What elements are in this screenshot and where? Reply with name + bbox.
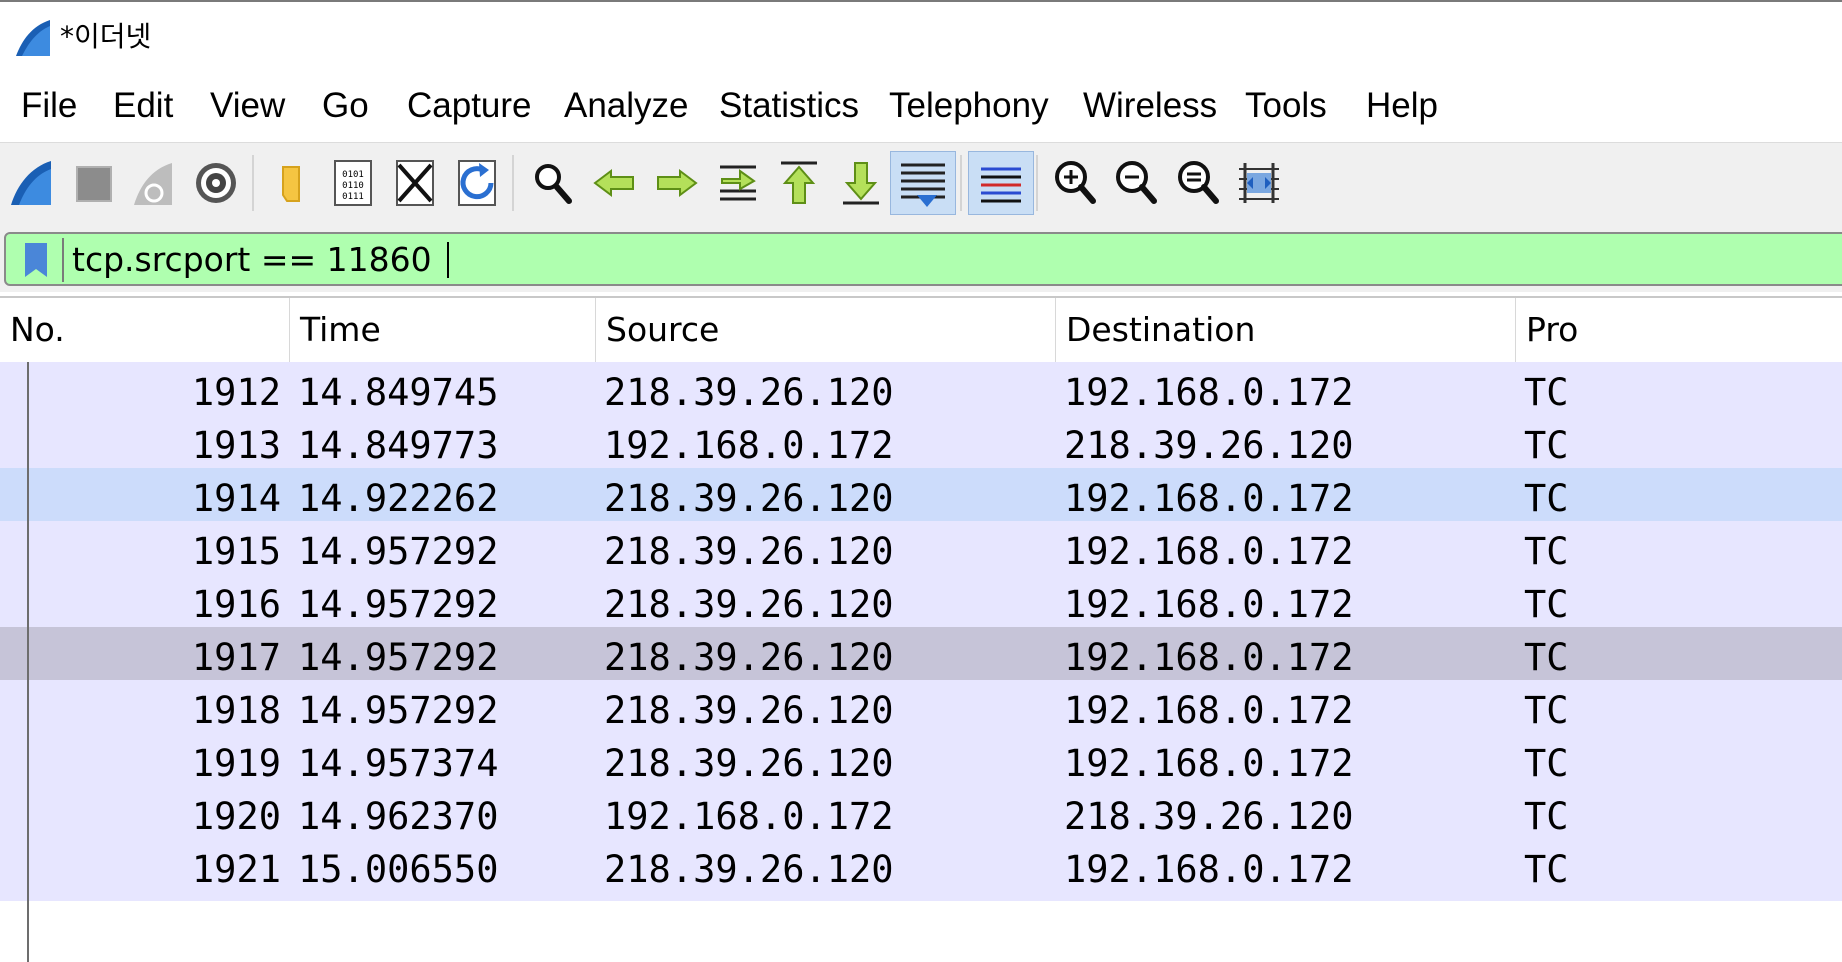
svg-text:0110: 0110: [342, 181, 364, 191]
column-header-time[interactable]: Time: [290, 298, 596, 362]
toolbar-separator: [252, 155, 254, 211]
toolbar-separator: [512, 155, 514, 211]
save-file-button[interactable]: 0101 0110 0111: [320, 151, 386, 215]
open-file-icon: [282, 166, 300, 202]
go-to-packet-icon: [720, 165, 756, 201]
packet-source: 218.39.26.120: [604, 848, 894, 891]
find-packet-icon: [535, 164, 572, 204]
auto-scroll-icon: [901, 163, 945, 207]
start-capture-button[interactable]: [0, 151, 66, 215]
menu-telephony[interactable]: Telephony: [889, 86, 1049, 126]
colorize-button[interactable]: [968, 151, 1034, 215]
go-back-button[interactable]: [582, 151, 648, 215]
go-first-packet-icon: [781, 161, 817, 204]
packet-no: 1921: [191, 848, 281, 891]
menu-bar: File Edit View Go Capture Analyze Statis…: [0, 70, 1842, 142]
packet-destination: 192.168.0.172: [1064, 848, 1354, 891]
stop-capture-button[interactable]: [60, 151, 126, 215]
go-first-packet-button[interactable]: [766, 151, 832, 215]
normal-size-button[interactable]: [1165, 151, 1231, 215]
close-file-icon: [396, 160, 434, 206]
packet-tree-line: [27, 362, 29, 962]
menu-go[interactable]: Go: [322, 86, 369, 126]
title-bar: *이더넷: [0, 0, 1842, 70]
packet-row[interactable]: 1921 15.006550 218.39.26.120 192.168.0.1…: [0, 839, 1842, 901]
go-last-packet-icon: [843, 162, 879, 205]
text-caret: [447, 242, 449, 278]
menu-view[interactable]: View: [210, 86, 285, 126]
svg-text:0101: 0101: [342, 170, 364, 180]
auto-scroll-button[interactable]: [890, 151, 956, 215]
filter-divider: [62, 238, 64, 282]
restart-capture-button[interactable]: [121, 151, 187, 215]
reload-file-button[interactable]: [444, 151, 510, 215]
menu-file[interactable]: File: [21, 86, 77, 126]
resize-columns-icon: [1239, 163, 1279, 203]
column-header-destination[interactable]: Destination: [1056, 298, 1516, 362]
reload-file-icon: [458, 160, 496, 206]
packet-protocol: TC: [1524, 848, 1569, 891]
restart-capture-icon: [134, 163, 172, 205]
toolbar-separator: [1036, 155, 1038, 211]
packet-time: 15.006550: [298, 848, 499, 891]
go-last-packet-button[interactable]: [828, 151, 894, 215]
column-header-no[interactable]: No.: [0, 298, 290, 362]
filter-bookmark-button[interactable]: [14, 240, 58, 280]
main-toolbar: 0101 0110 0111: [0, 142, 1842, 225]
menu-analyze[interactable]: Analyze: [564, 86, 689, 126]
go-forward-icon: [657, 169, 698, 197]
wireshark-fin-icon: [16, 20, 50, 56]
save-file-icon: 0101 0110 0111: [334, 160, 372, 206]
packet-list[interactable]: No. Time Source Destination Pro 1912 14.…: [0, 296, 1842, 962]
zoom-out-button[interactable]: [1103, 151, 1169, 215]
zoom-in-button[interactable]: [1042, 151, 1108, 215]
colorize-icon: [981, 167, 1021, 203]
resize-columns-button[interactable]: [1226, 151, 1292, 215]
go-to-packet-button[interactable]: [705, 151, 771, 215]
display-filter-input[interactable]: [72, 238, 1822, 282]
svg-text:0111: 0111: [342, 192, 364, 202]
menu-statistics[interactable]: Statistics: [719, 86, 859, 126]
display-filter-bar: [0, 224, 1842, 292]
zoom-out-icon: [1116, 161, 1157, 204]
open-file-button[interactable]: [258, 151, 324, 215]
display-filter-box: [4, 232, 1842, 286]
find-packet-button[interactable]: [520, 151, 586, 215]
zoom-in-icon: [1055, 161, 1096, 204]
close-file-button[interactable]: [382, 151, 448, 215]
menu-capture[interactable]: Capture: [407, 86, 532, 126]
stop-capture-icon: [76, 166, 112, 202]
bookmark-icon: [25, 243, 47, 277]
menu-wireless[interactable]: Wireless: [1083, 86, 1217, 126]
start-capture-icon: [11, 161, 51, 205]
window-title: *이더넷: [60, 20, 152, 53]
capture-options-button[interactable]: [183, 151, 249, 215]
normal-size-icon: [1178, 161, 1219, 204]
toolbar-separator: [960, 155, 962, 211]
go-back-icon: [593, 169, 634, 197]
go-forward-button[interactable]: [643, 151, 709, 215]
menu-edit[interactable]: Edit: [113, 86, 173, 126]
column-header-source[interactable]: Source: [596, 298, 1056, 362]
column-header-protocol[interactable]: Pro: [1516, 298, 1842, 362]
menu-help[interactable]: Help: [1366, 86, 1438, 126]
capture-options-icon: [196, 163, 236, 203]
menu-tools[interactable]: Tools: [1245, 86, 1327, 126]
